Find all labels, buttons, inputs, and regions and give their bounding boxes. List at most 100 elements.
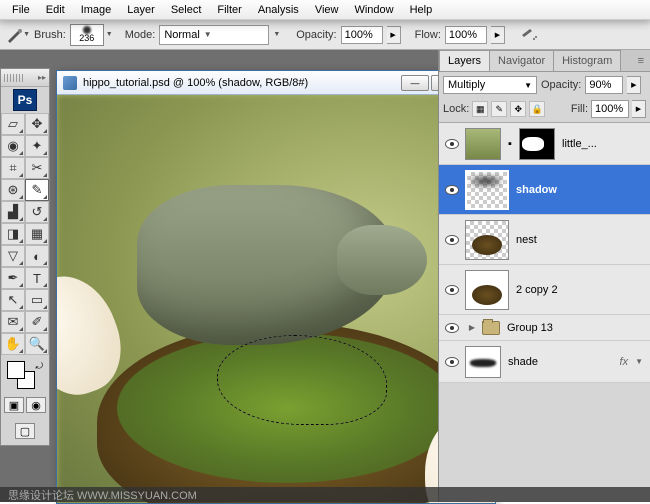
eye-icon bbox=[445, 139, 459, 149]
layer-name[interactable]: 2 copy 2 bbox=[516, 284, 558, 296]
layer-thumbnail[interactable] bbox=[465, 346, 501, 378]
visibility-toggle[interactable] bbox=[442, 357, 462, 367]
brush-tool-icon[interactable]: ▼ bbox=[6, 25, 30, 45]
pen-tool-icon[interactable]: ✒ bbox=[1, 267, 25, 289]
slice-tool-icon[interactable]: ✂ bbox=[25, 157, 49, 179]
brush-tool-button[interactable]: ✎ bbox=[25, 179, 49, 201]
eye-icon bbox=[445, 357, 459, 367]
menu-view[interactable]: View bbox=[307, 1, 347, 19]
layer-blend-mode-dropdown[interactable]: Multiply▼ bbox=[443, 76, 537, 94]
shape-tool-icon[interactable]: ▭ bbox=[25, 289, 49, 311]
crop-tool-icon[interactable]: ⌗ bbox=[1, 157, 25, 179]
layer-opacity-input[interactable]: 90% bbox=[585, 76, 623, 94]
menu-window[interactable]: Window bbox=[346, 1, 401, 19]
opacity-slider-icon[interactable]: ▶ bbox=[387, 26, 401, 44]
visibility-toggle[interactable] bbox=[442, 235, 462, 245]
lock-label: Lock: bbox=[443, 103, 469, 115]
layer-mask-thumbnail[interactable] bbox=[519, 128, 555, 160]
standard-mode-icon[interactable]: ▣ bbox=[4, 397, 24, 413]
photoshop-logo-icon[interactable]: Ps bbox=[13, 89, 37, 111]
flow-input[interactable]: 100% bbox=[445, 26, 487, 44]
quickmask-mode-icon[interactable]: ◉ bbox=[26, 397, 46, 413]
type-tool-icon[interactable]: T bbox=[25, 267, 49, 289]
layer-name[interactable]: shadow bbox=[516, 184, 557, 196]
fill-input[interactable]: 100% bbox=[591, 100, 629, 118]
lock-transparency-icon[interactable]: ▦ bbox=[472, 101, 488, 117]
panel-menu-icon[interactable]: ≡ bbox=[632, 51, 650, 71]
layer-name[interactable]: little_... bbox=[562, 138, 597, 150]
visibility-toggle[interactable] bbox=[442, 185, 462, 195]
menu-select[interactable]: Select bbox=[163, 1, 210, 19]
history-brush-icon[interactable]: ↺ bbox=[25, 201, 49, 223]
fx-badge[interactable]: fx bbox=[620, 356, 633, 368]
layer-thumbnail[interactable] bbox=[465, 128, 501, 160]
visibility-toggle[interactable] bbox=[442, 323, 462, 333]
fill-label: Fill: bbox=[571, 103, 588, 115]
zoom-tool-icon[interactable]: 🔍 bbox=[25, 333, 49, 355]
layer-row[interactable]: shade fx ▼ bbox=[439, 341, 650, 383]
menu-layer[interactable]: Layer bbox=[119, 1, 163, 19]
layer-row[interactable]: nest bbox=[439, 215, 650, 265]
menu-analysis[interactable]: Analysis bbox=[250, 1, 307, 19]
flow-slider-icon[interactable]: ▶ bbox=[491, 26, 505, 44]
flow-label: Flow: bbox=[415, 29, 441, 41]
menu-image[interactable]: Image bbox=[73, 1, 120, 19]
layer-name[interactable]: shade bbox=[508, 356, 538, 368]
expand-group-icon[interactable]: ▶ bbox=[465, 323, 479, 332]
stamp-tool-icon[interactable]: ▟ bbox=[1, 201, 25, 223]
foreground-color-swatch[interactable] bbox=[7, 361, 25, 379]
minimize-button[interactable]: — bbox=[401, 75, 429, 91]
layer-opacity-slider-icon[interactable]: ▶ bbox=[627, 76, 641, 94]
screen-mode-icon[interactable]: ▢ bbox=[15, 423, 35, 439]
opacity-input[interactable]: 100% bbox=[341, 26, 383, 44]
airbrush-icon[interactable] bbox=[517, 25, 541, 45]
brush-label: Brush: bbox=[34, 29, 66, 41]
visibility-toggle[interactable] bbox=[442, 139, 462, 149]
opacity-label: Opacity: bbox=[296, 29, 336, 41]
layer-row-selected[interactable]: shadow bbox=[439, 165, 650, 215]
blur-tool-icon[interactable]: ▽ bbox=[1, 245, 25, 267]
visibility-toggle[interactable] bbox=[442, 285, 462, 295]
eyedropper-tool-icon[interactable]: ✐ bbox=[25, 311, 49, 333]
notes-tool-icon[interactable]: ✉ bbox=[1, 311, 25, 333]
path-tool-icon[interactable]: ↖ bbox=[1, 289, 25, 311]
move-tool-icon[interactable]: ▱ bbox=[1, 113, 25, 135]
marquee-tool-icon[interactable]: ✥ bbox=[25, 113, 49, 135]
layer-row[interactable]: 2 copy 2 bbox=[439, 265, 650, 315]
menu-edit[interactable]: Edit bbox=[38, 1, 73, 19]
main-menu-bar: File Edit Image Layer Select Filter Anal… bbox=[0, 0, 650, 20]
layer-thumbnail[interactable] bbox=[465, 220, 509, 260]
tab-histogram[interactable]: Histogram bbox=[553, 50, 621, 71]
canvas-area[interactable] bbox=[57, 95, 495, 503]
mode-label: Mode: bbox=[125, 29, 156, 41]
swap-colors-icon[interactable]: ⤾ bbox=[36, 361, 44, 372]
lock-all-icon[interactable]: 🔒 bbox=[529, 101, 545, 117]
layer-thumbnail[interactable] bbox=[465, 170, 509, 210]
lasso-tool-icon[interactable]: ◉ bbox=[1, 135, 25, 157]
fx-expand-icon[interactable]: ▼ bbox=[635, 357, 647, 366]
tab-layers[interactable]: Layers bbox=[439, 50, 490, 71]
menu-file[interactable]: File bbox=[4, 1, 38, 19]
blend-mode-dropdown[interactable]: Normal▼ bbox=[159, 25, 269, 45]
gradient-tool-icon[interactable]: ▦ bbox=[25, 223, 49, 245]
lock-position-icon[interactable]: ✥ bbox=[510, 101, 526, 117]
menu-help[interactable]: Help bbox=[402, 1, 441, 19]
layer-name[interactable]: Group 13 bbox=[507, 322, 553, 334]
layer-group-row[interactable]: ▶ Group 13 bbox=[439, 315, 650, 341]
brush-preset-picker[interactable]: 236 bbox=[70, 24, 104, 46]
menu-filter[interactable]: Filter bbox=[209, 1, 249, 19]
lock-pixels-icon[interactable]: ✎ bbox=[491, 101, 507, 117]
tab-navigator[interactable]: Navigator bbox=[489, 50, 554, 71]
document-titlebar[interactable]: hippo_tutorial.psd @ 100% (shadow, RGB/8… bbox=[57, 71, 495, 95]
layer-thumbnail[interactable] bbox=[465, 270, 509, 310]
eraser-tool-icon[interactable]: ◨ bbox=[1, 223, 25, 245]
healing-tool-icon[interactable]: ⊛ bbox=[1, 179, 25, 201]
dodge-tool-icon[interactable]: ◐ bbox=[25, 245, 49, 267]
fill-slider-icon[interactable]: ▶ bbox=[632, 100, 646, 118]
layer-row[interactable]: ▪ little_... bbox=[439, 123, 650, 165]
layer-name[interactable]: nest bbox=[516, 234, 537, 246]
wand-tool-icon[interactable]: ✦ bbox=[25, 135, 49, 157]
hand-tool-icon[interactable]: ✋ bbox=[1, 333, 25, 355]
eye-icon bbox=[445, 185, 459, 195]
right-panels-dock: Layers Navigator Histogram ≡ Multiply▼ O… bbox=[438, 50, 650, 502]
